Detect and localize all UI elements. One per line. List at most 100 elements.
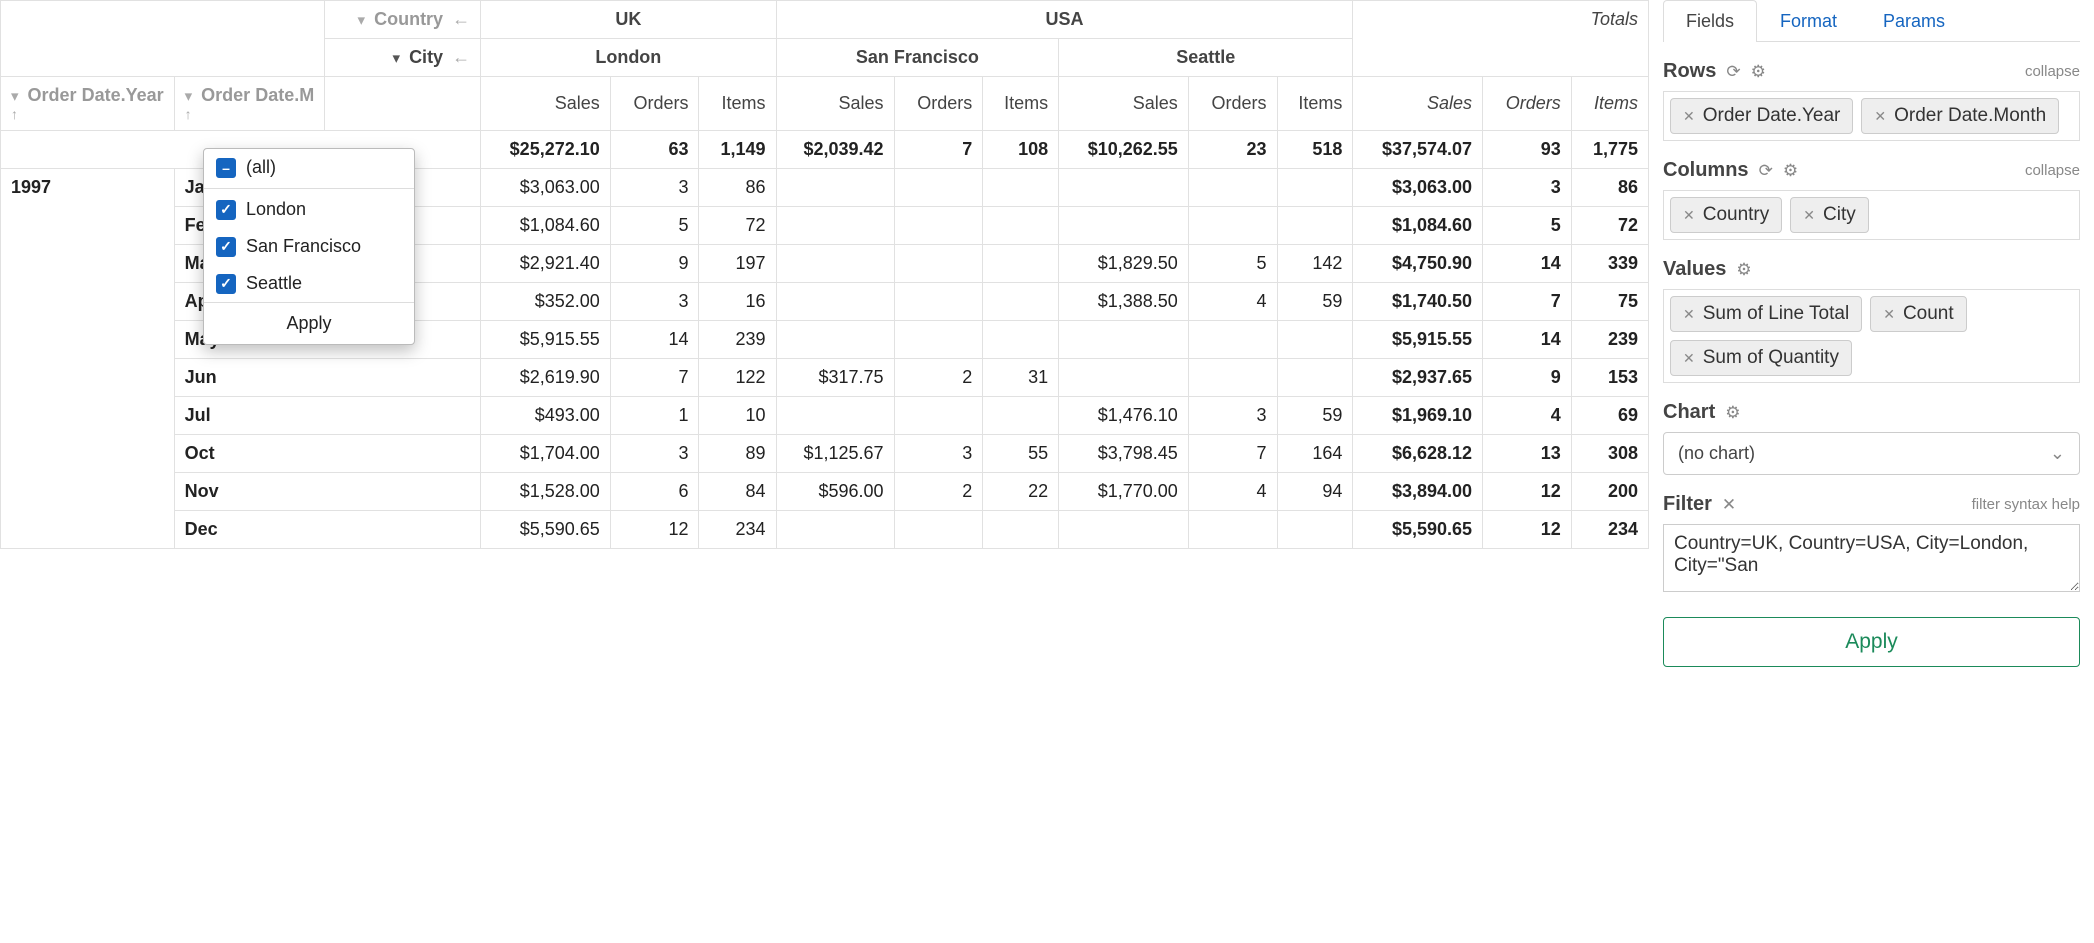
val-chip-sum-qty[interactable]: ✕ Sum of Quantity — [1670, 340, 1852, 376]
data-cell: $2,921.40 — [481, 245, 611, 283]
row-chip-year[interactable]: ✕ Order Date.Year — [1670, 98, 1853, 134]
data-cell — [983, 283, 1059, 321]
col-chip-city[interactable]: ✕ City — [1790, 197, 1868, 233]
data-cell — [1188, 169, 1277, 207]
table-row: Oct$1,704.00389$1,125.67355$3,798.457164… — [1, 435, 1649, 473]
row-month[interactable]: Jun — [174, 359, 480, 397]
city-header-seattle[interactable]: Seattle — [1059, 39, 1353, 77]
data-cell — [1188, 511, 1277, 549]
filter-popup-apply[interactable]: Apply — [204, 302, 414, 344]
city-header-london[interactable]: London — [481, 39, 776, 77]
close-icon[interactable]: ✕ — [1683, 108, 1695, 125]
filter-textarea[interactable] — [1663, 524, 2080, 592]
close-icon[interactable]: ✕ — [1683, 350, 1695, 367]
data-cell: $1,829.50 — [1059, 245, 1189, 283]
data-cell — [1277, 207, 1353, 245]
data-cell: 6 — [610, 473, 699, 511]
checkbox-checked-icon[interactable] — [216, 237, 236, 257]
sort-asc-icon: ↑ — [185, 106, 315, 122]
data-cell — [983, 169, 1059, 207]
data-cell — [1277, 169, 1353, 207]
chevron-down-icon: ⌄ — [2050, 443, 2065, 464]
city-header-sf[interactable]: San Francisco — [776, 39, 1059, 77]
data-cell — [1059, 321, 1189, 359]
refresh-icon[interactable]: ⟳ — [1726, 62, 1740, 82]
data-cell: 16 — [699, 283, 776, 321]
data-cell — [983, 511, 1059, 549]
data-cell — [776, 245, 894, 283]
col-chip-country[interactable]: ✕ Country — [1670, 197, 1782, 233]
close-icon[interactable]: ✕ — [1883, 306, 1895, 323]
data-cell: $1,969.10 — [1353, 397, 1483, 435]
row-month[interactable]: Jul — [174, 397, 480, 435]
data-cell: 59 — [1277, 283, 1353, 321]
row-month[interactable]: Nov — [174, 473, 480, 511]
close-icon[interactable]: ✕ — [1683, 306, 1695, 323]
city-dim-header[interactable]: ▾ City ← — [325, 39, 481, 77]
data-cell: $3,063.00 — [1353, 169, 1483, 207]
rows-collapse[interactable]: collapse — [2025, 63, 2080, 80]
data-cell: 239 — [699, 321, 776, 359]
country-header-usa[interactable]: USA — [776, 1, 1353, 39]
gear-icon[interactable]: ⚙ — [1725, 403, 1740, 423]
country-dim-header[interactable]: ▾ Country ← — [325, 1, 481, 39]
close-icon[interactable]: ✕ — [1722, 495, 1736, 515]
filter-opt-seattle[interactable]: Seattle — [204, 265, 414, 302]
checkbox-checked-icon[interactable] — [216, 200, 236, 220]
checkbox-checked-icon[interactable] — [216, 274, 236, 294]
refresh-icon[interactable]: ⟳ — [1759, 161, 1773, 181]
values-section: Values ⚙ ✕ Sum of Line Total ✕ Count ✕ S… — [1663, 258, 2080, 383]
val-chip-sum-linetotal[interactable]: ✕ Sum of Line Total — [1670, 296, 1862, 332]
gear-icon[interactable]: ⚙ — [1783, 161, 1798, 181]
apply-button[interactable]: Apply — [1663, 617, 2080, 667]
data-cell: 234 — [1571, 511, 1648, 549]
data-cell: 12 — [610, 511, 699, 549]
chart-select[interactable]: (no chart) ⌄ — [1663, 432, 2080, 475]
checkbox-partial-icon[interactable] — [216, 158, 236, 178]
tab-format[interactable]: Format — [1757, 0, 1860, 42]
data-cell — [776, 169, 894, 207]
row-month[interactable]: Dec — [174, 511, 480, 549]
data-cell: $4,750.90 — [1353, 245, 1483, 283]
gear-icon[interactable]: ⚙ — [1751, 62, 1766, 82]
data-cell: 22 — [983, 473, 1059, 511]
pivot-area: ▾ Country ← UK USA Totals ▾ City ← Londo… — [0, 0, 1649, 943]
row-dim-month[interactable]: ▾ Order Date.M ↑ — [174, 77, 325, 131]
data-cell: 1 — [610, 397, 699, 435]
filter-opt-sf[interactable]: San Francisco — [204, 228, 414, 265]
filter-opt-all[interactable]: (all) — [204, 149, 414, 186]
sort-asc-icon: ↑ — [11, 106, 164, 122]
data-cell — [1059, 359, 1189, 397]
data-cell: 153 — [1571, 359, 1648, 397]
row-year[interactable]: 1997 — [1, 169, 175, 549]
data-cell: $1,770.00 — [1059, 473, 1189, 511]
data-cell: $6,628.12 — [1353, 435, 1483, 473]
row-chip-month[interactable]: ✕ Order Date.Month — [1861, 98, 2059, 134]
filter-help-link[interactable]: filter syntax help — [1972, 496, 2080, 513]
filter-opt-london[interactable]: London — [204, 191, 414, 228]
data-cell: 7 — [1188, 435, 1277, 473]
gear-icon[interactable]: ⚙ — [1736, 260, 1751, 280]
close-icon[interactable]: ✕ — [1874, 108, 1886, 125]
row-dim-year[interactable]: ▾ Order Date.Year ↑ — [1, 77, 175, 131]
data-cell — [894, 245, 983, 283]
funnel-icon: ▾ — [393, 50, 401, 67]
val-chip-count[interactable]: ✕ Count — [1870, 296, 1966, 332]
data-cell — [1188, 207, 1277, 245]
table-row: Nov$1,528.00684$596.00222$1,770.00494$3,… — [1, 473, 1649, 511]
country-header-uk[interactable]: UK — [481, 1, 776, 39]
data-cell: $1,084.60 — [1353, 207, 1483, 245]
data-cell — [894, 397, 983, 435]
close-icon[interactable]: ✕ — [1803, 207, 1815, 224]
data-cell: 7 — [1483, 283, 1572, 321]
data-cell: 3 — [1188, 397, 1277, 435]
data-cell: 31 — [983, 359, 1059, 397]
data-cell: 234 — [699, 511, 776, 549]
row-month[interactable]: Oct — [174, 435, 480, 473]
city-filter-popup: (all) London San Francisco Seattle Apply — [203, 148, 415, 345]
columns-collapse[interactable]: collapse — [2025, 162, 2080, 179]
tab-fields[interactable]: Fields — [1663, 0, 1757, 42]
close-icon[interactable]: ✕ — [1683, 207, 1695, 224]
data-cell: 72 — [699, 207, 776, 245]
tab-params[interactable]: Params — [1860, 0, 1968, 42]
